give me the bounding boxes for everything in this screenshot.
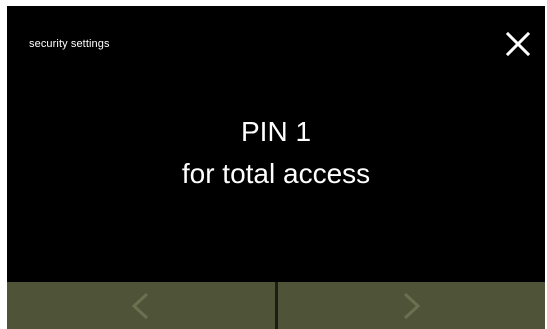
close-button[interactable]	[502, 28, 534, 60]
close-icon	[505, 31, 531, 57]
page-title: security settings	[29, 38, 110, 50]
pin-access-description: for total access	[181, 158, 371, 189]
next-button[interactable]	[277, 282, 545, 329]
chevron-left-icon	[131, 292, 148, 319]
settings-screen: security settings PIN 1 for total access	[7, 6, 545, 329]
chevron-right-icon	[404, 292, 421, 319]
pin-label: PIN 1	[240, 116, 312, 147]
pin-description: PIN 1 for total access	[7, 111, 545, 195]
previous-button[interactable]	[7, 282, 275, 329]
navigation-bar	[7, 282, 545, 329]
